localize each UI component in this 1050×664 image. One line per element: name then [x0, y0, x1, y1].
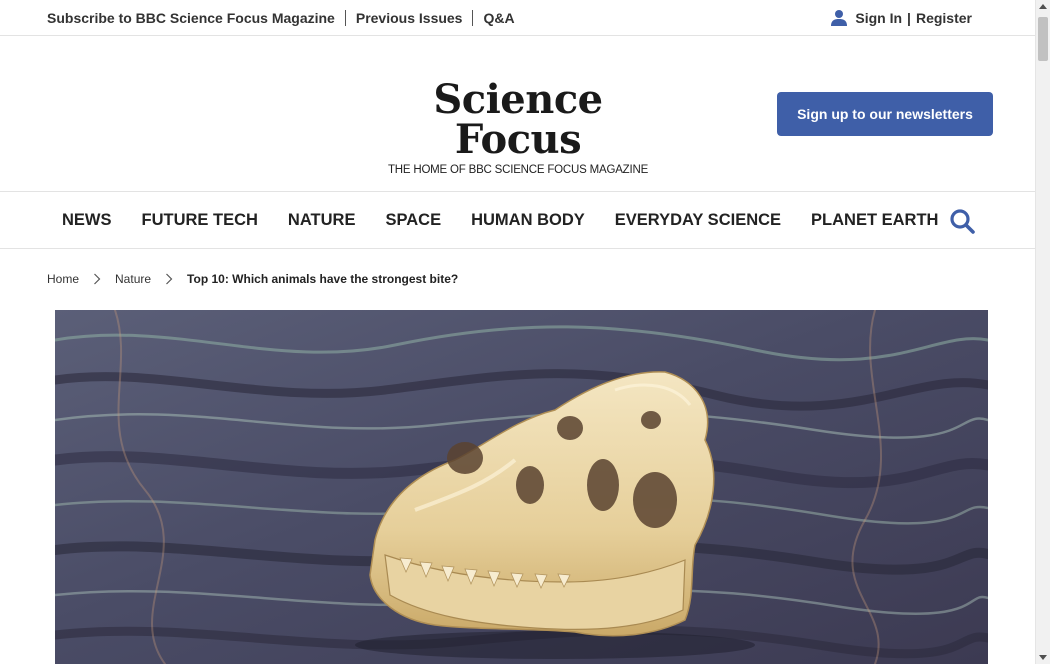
hero-image — [55, 310, 988, 664]
divider — [344, 10, 346, 26]
logo-tagline: THE HOME OF BBC SCIENCE FOCUS MAGAZINE — [387, 164, 649, 176]
account-separator: | — [907, 10, 911, 26]
main-nav: NEWS FUTURE TECH NATURE SPACE HUMAN BODY… — [0, 192, 1035, 249]
nav-list: NEWS FUTURE TECH NATURE SPACE HUMAN BODY… — [62, 192, 968, 249]
nav-item-space[interactable]: SPACE — [385, 211, 441, 230]
logo-wordmark: Science Focus — [433, 76, 603, 163]
nav-item-planet-earth[interactable]: PLANET EARTH — [811, 211, 938, 230]
nav-item-future-tech[interactable]: FUTURE TECH — [142, 211, 258, 230]
previous-issues-link[interactable]: Previous Issues — [356, 10, 463, 26]
nav-item-everyday-science[interactable]: EVERYDAY SCIENCE — [615, 211, 781, 230]
register-link[interactable]: Register — [916, 10, 972, 26]
nav-item-news[interactable]: NEWS — [62, 211, 112, 230]
scroll-up-arrow-icon[interactable] — [1039, 4, 1047, 9]
sign-in-link[interactable]: Sign In — [855, 10, 902, 26]
skull-on-rock-illustration — [55, 310, 988, 664]
breadcrumb-home[interactable]: Home — [47, 272, 79, 286]
utility-bar: Subscribe to BBC Science Focus Magazine … — [0, 0, 1035, 36]
nav-item-nature[interactable]: NATURE — [288, 211, 356, 230]
breadcrumb-current: Top 10: Which animals have the strongest… — [187, 272, 459, 286]
site-header: Science Focus THE HOME OF BBC SCIENCE FO… — [0, 36, 1035, 192]
user-icon — [831, 10, 848, 26]
account-links: Sign In | Register — [830, 9, 972, 27]
chevron-right-icon — [94, 273, 101, 285]
utility-links: Subscribe to BBC Science Focus Magazine … — [47, 10, 515, 26]
scroll-down-arrow-icon[interactable] — [1039, 655, 1047, 660]
vertical-scrollbar[interactable] — [1035, 0, 1050, 664]
breadcrumb-nature[interactable]: Nature — [115, 272, 151, 286]
newsletter-signup-button[interactable]: Sign up to our newsletters — [777, 92, 993, 136]
site-logo[interactable]: Science Focus THE HOME OF BBC SCIENCE FO… — [376, 76, 660, 177]
scrollbar-thumb[interactable] — [1038, 17, 1048, 61]
breadcrumb: Home Nature Top 10: Which animals have t… — [47, 272, 458, 286]
chevron-right-icon — [166, 273, 173, 285]
divider — [472, 10, 474, 26]
search-icon[interactable] — [949, 208, 975, 234]
qa-link[interactable]: Q&A — [483, 10, 514, 26]
subscribe-link[interactable]: Subscribe to BBC Science Focus Magazine — [47, 10, 335, 26]
nav-item-human-body[interactable]: HUMAN BODY — [471, 211, 585, 230]
